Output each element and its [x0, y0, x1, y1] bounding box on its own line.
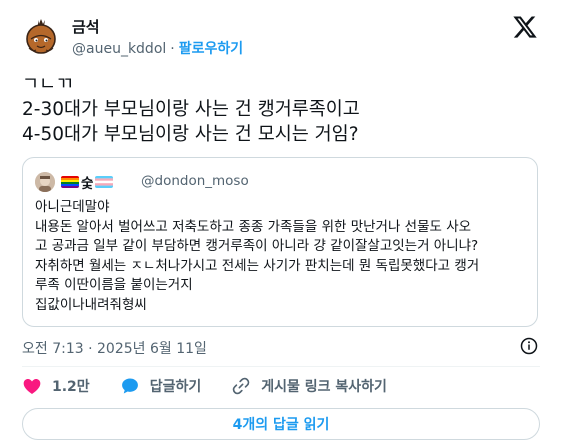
author-handle[interactable]: @aueu_kddol — [72, 41, 166, 57]
quoted-author-name: 숯 — [61, 172, 114, 192]
link-icon — [232, 377, 250, 395]
action-bar: 1.2만 답글하기 게시물 링크 복사하기 — [22, 372, 417, 400]
read-replies-button[interactable]: 4개의 답글 읽기 — [22, 408, 540, 440]
embedded-tweet-card: 금석 @aueu_kddol · 팔로우하기 ㄱㄴㄲ 2-30대가 부모님이랑 사는… — [0, 0, 562, 448]
tweet-text: ㄱㄴㄲ 2-30대가 부모님이랑 사는 건 캥거루족이고 4-50대가 부모님이… — [22, 74, 360, 145]
tweet-timestamp[interactable]: 오전 7:13 · 2025년 6월 11일 — [22, 338, 207, 358]
info-icon[interactable] — [520, 337, 538, 355]
quoted-avatar-image — [35, 172, 55, 192]
copy-link-button[interactable]: 게시물 링크 복사하기 — [231, 376, 387, 396]
transgender-flag-icon — [95, 176, 114, 188]
copy-link-label: 게시물 링크 복사하기 — [261, 379, 387, 395]
x-logo-icon[interactable] — [512, 14, 538, 40]
quoted-author-avatar — [35, 172, 55, 192]
heart-icon — [23, 379, 41, 394]
reply-button[interactable]: 답글하기 — [120, 376, 202, 396]
pomegranate-avatar-image — [20, 14, 62, 56]
follow-button[interactable]: 팔로우하기 — [179, 41, 243, 57]
quoted-author-handle: @dondon_moso — [141, 173, 249, 189]
author-avatar[interactable] — [20, 14, 62, 56]
divider — [22, 366, 540, 367]
reply-label: 답글하기 — [149, 379, 202, 395]
reply-bubble-icon — [121, 378, 138, 394]
quoted-tweet[interactable]: 숯 @dondon_moso 아니근데말야 내용돈 알아서 벌어쓰고 저축도하고… — [22, 157, 538, 327]
like-button[interactable]: 1.2만 — [22, 376, 90, 396]
quoted-tweet-text: 아니근데말야 내용돈 알아서 벌어쓰고 저축도하고 종종 가족들을 위한 맛난거… — [35, 199, 480, 313]
author-display-name[interactable]: 금석 — [72, 16, 100, 37]
like-count: 1.2만 — [52, 379, 90, 395]
author-handle-row: @aueu_kddol · 팔로우하기 — [72, 38, 243, 58]
quoted-author-name-text: 숯 — [81, 176, 94, 192]
separator-dot: · — [170, 41, 175, 57]
rainbow-flag-icon — [61, 176, 79, 188]
